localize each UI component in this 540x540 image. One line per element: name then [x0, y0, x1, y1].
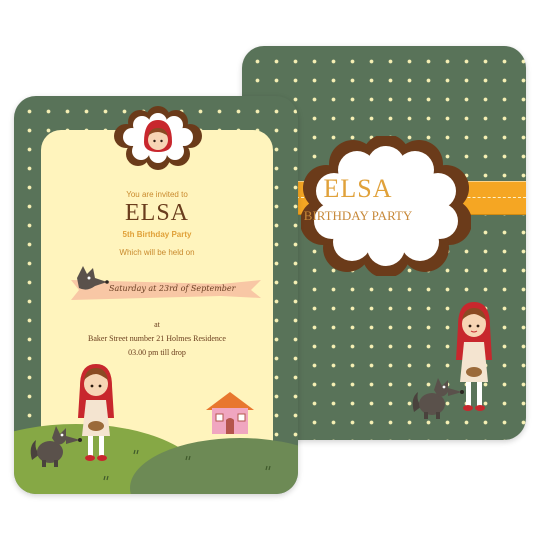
front-card: You are invited to ELSA 5th Birthday Par… [14, 96, 298, 494]
portrait-badge [114, 106, 202, 170]
house-illustration [206, 392, 254, 434]
held-on-line: Which will be held on [119, 248, 195, 257]
invite-line: You are invited to [126, 190, 188, 199]
cloud-badge [301, 136, 471, 276]
time-line: 03.00 pm till drop [128, 348, 186, 357]
address-line: Baker Street number 21 Holmes Residence [88, 334, 226, 343]
red-riding-hood-illustration [456, 302, 492, 411]
party-line: 5th Birthday Party [122, 230, 192, 239]
front-red-riding-hood-illustration [78, 364, 114, 461]
at-line: at [154, 320, 160, 329]
date-line: Saturday at 23rd of September [109, 284, 236, 293]
wolf-head-icon [77, 266, 109, 290]
front-title-name: ELSA [125, 200, 189, 226]
